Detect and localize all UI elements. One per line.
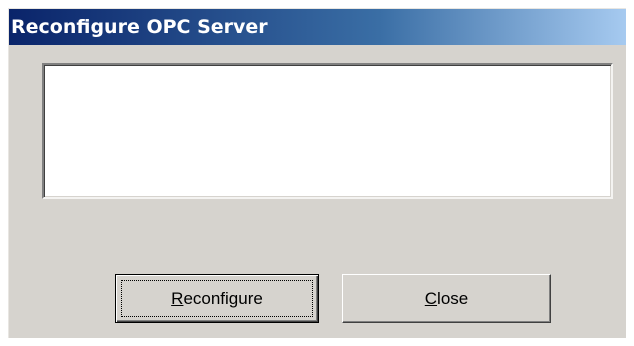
status-output-box	[42, 63, 613, 199]
close-mnemonic: C	[424, 288, 438, 308]
window-title: Reconfigure OPC Server	[11, 16, 268, 38]
title-bar[interactable]: Reconfigure OPC Server	[9, 9, 626, 45]
close-button[interactable]: Close	[342, 274, 551, 323]
reconfigure-mnemonic: R	[171, 288, 184, 308]
reconfigure-button[interactable]: Reconfigure	[115, 274, 319, 323]
close-button-label: Close	[425, 289, 468, 309]
reconfigure-label-rest: econfigure	[183, 288, 263, 308]
reconfigure-button-label: Reconfigure	[171, 289, 263, 309]
dialog-window: Reconfigure OPC Server Reconfigure Close	[8, 8, 626, 338]
close-label-rest: lose	[437, 288, 469, 308]
